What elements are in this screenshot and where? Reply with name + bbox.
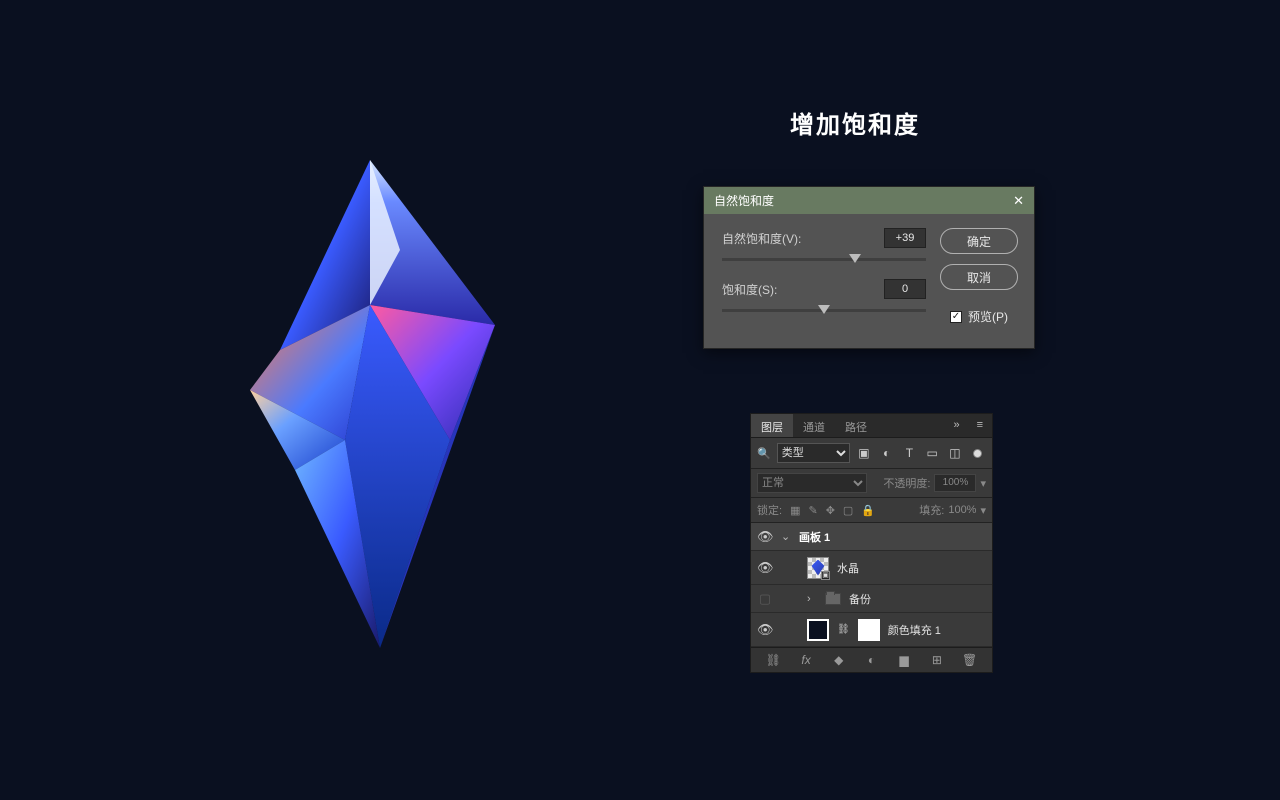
chevron-down-icon[interactable]: ▾ <box>980 504 986 517</box>
layer-name: 水晶 <box>837 560 859 576</box>
lock-move-icon[interactable]: ✥ <box>826 504 835 517</box>
saturation-label: 饱和度(S): <box>722 281 884 298</box>
canvas-crystal <box>250 140 530 660</box>
fill-value[interactable]: 100% <box>948 504 976 516</box>
vibrance-slider[interactable] <box>722 258 926 261</box>
dialog-titlebar[interactable]: 自然饱和度 ✕ <box>704 187 1034 214</box>
lock-all-icon[interactable]: 🔒 <box>861 504 875 517</box>
visibility-toggle[interactable]: 👁 <box>757 622 773 638</box>
tab-channels[interactable]: 通道 <box>793 414 835 437</box>
lock-label: 锁定: <box>757 502 782 518</box>
layer-thumb: ▣ <box>807 557 829 579</box>
layer-name: 画板 1 <box>799 529 830 545</box>
cancel-button[interactable]: 取消 <box>940 264 1018 290</box>
layer-filter-row: 🔍 类型 ▣ ◐ T ▭ ◫ <box>751 438 992 469</box>
trash-icon[interactable]: 🗑 <box>961 653 979 667</box>
preview-checkbox[interactable]: ✓ <box>950 311 962 323</box>
filter-pixel-icon[interactable]: ▣ <box>856 445 873 462</box>
fill-label: 填充: <box>919 502 944 518</box>
layer-artboard[interactable]: 👁 ⌄ 画板 1 <box>751 523 992 551</box>
opacity-label: 不透明度: <box>883 475 930 491</box>
adjustment-icon[interactable]: ◐ <box>862 653 880 667</box>
filter-adjust-icon[interactable]: ◐ <box>878 445 895 462</box>
panel-menu-icon[interactable]: ≡ <box>969 414 992 437</box>
layer-color-fill[interactable]: 👁 ⛓ 颜色填充 1 <box>751 613 992 647</box>
search-icon: 🔍 <box>757 447 771 460</box>
layer-backup-folder[interactable]: ▢ › 备份 <box>751 585 992 613</box>
blend-mode-select[interactable]: 正常 <box>757 473 867 493</box>
filter-smart-icon[interactable]: ◫ <box>947 445 964 462</box>
lock-trans-icon[interactable]: ▦ <box>790 504 800 517</box>
folder-icon <box>825 593 841 605</box>
new-layer-icon[interactable]: ⊞ <box>928 653 946 667</box>
filter-toggle[interactable] <box>969 445 986 462</box>
chevron-down-icon[interactable]: ⌄ <box>781 530 791 543</box>
visibility-toggle[interactable]: 👁 <box>757 560 773 576</box>
visibility-toggle[interactable]: ▢ <box>757 591 773 607</box>
fx-icon[interactable]: fx <box>797 653 815 667</box>
dialog-title-text: 自然饱和度 <box>714 192 774 209</box>
saturation-input[interactable] <box>884 279 926 299</box>
filter-shape-icon[interactable]: ▭ <box>924 445 941 462</box>
lock-artboard-icon[interactable]: ▢ <box>843 504 853 517</box>
ok-button[interactable]: 确定 <box>940 228 1018 254</box>
mask-icon[interactable]: ◆ <box>830 653 848 667</box>
group-icon[interactable]: ▆ <box>895 653 913 667</box>
preview-label: 预览(P) <box>968 308 1008 325</box>
saturation-slider[interactable] <box>722 309 926 312</box>
vibrance-label: 自然饱和度(V): <box>722 230 884 247</box>
chevron-down-icon[interactable]: ▾ <box>980 477 986 490</box>
layer-name: 颜色填充 1 <box>888 622 941 638</box>
layers-panel: 图层 通道 路径 » ≡ 🔍 类型 ▣ ◐ T ▭ ◫ 正常 不透明度: 100… <box>750 413 993 673</box>
layer-crystal[interactable]: 👁 ▣ 水晶 <box>751 551 992 585</box>
vibrance-input[interactable] <box>884 228 926 248</box>
tab-layers[interactable]: 图层 <box>751 414 793 437</box>
filter-type-icon[interactable]: T <box>901 445 918 462</box>
smart-object-icon: ▣ <box>821 571 830 580</box>
fill-swatch <box>807 619 829 641</box>
mask-thumb <box>858 619 880 641</box>
filter-type-select[interactable]: 类型 <box>777 443 850 463</box>
page-title: 增加饱和度 <box>790 105 920 140</box>
tab-paths[interactable]: 路径 <box>835 414 877 437</box>
mask-link-icon[interactable]: ⛓ <box>837 624 850 635</box>
layer-name: 备份 <box>849 591 871 607</box>
link-layers-icon[interactable]: ⛓ <box>764 653 782 667</box>
lock-brush-icon[interactable]: ✎ <box>808 504 817 517</box>
vibrance-dialog: 自然饱和度 ✕ 自然饱和度(V): 饱和度(S): 确定 取消 ✓ <box>703 186 1035 349</box>
visibility-toggle[interactable]: 👁 <box>757 529 773 545</box>
chevron-right-icon[interactable]: › <box>807 593 817 605</box>
close-icon[interactable]: ✕ <box>1013 193 1024 209</box>
opacity-value[interactable]: 100% <box>934 474 976 492</box>
panel-collapse-icon[interactable]: » <box>945 414 968 437</box>
